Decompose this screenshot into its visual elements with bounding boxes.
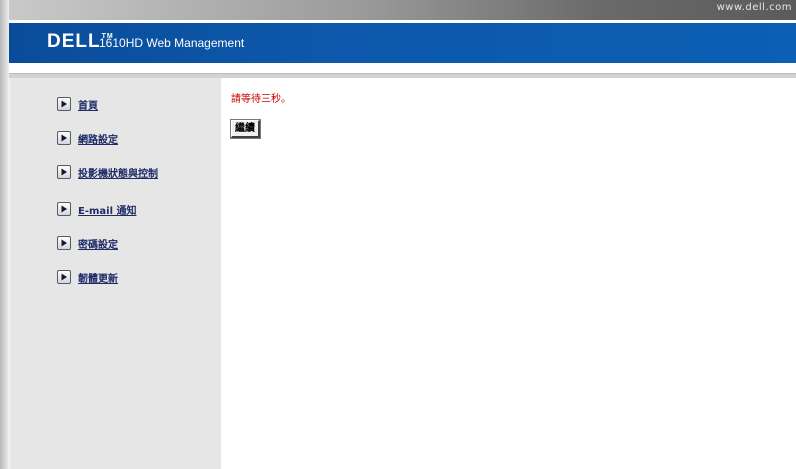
main-content: 請等待三秒。 繼續 [221,78,796,469]
sidebar-item-email-alert[interactable]: E-mail 通知 [57,199,137,219]
sidebar-item-password-settings[interactable]: 密碼設定 [57,233,118,253]
sidebar-border [9,78,10,469]
header-gap [9,63,796,73]
continue-button[interactable]: 繼續 [230,119,261,139]
sidebar: 首頁 網路設定 投影機狀態與控制 E-mail 通知 密碼設定 韌體更新 [9,78,221,469]
play-arrow-icon [57,270,71,284]
sidebar-item-label[interactable]: 網路設定 [78,131,118,146]
sidebar-item-network-settings[interactable]: 網路設定 [57,128,118,148]
play-arrow-icon [57,165,71,179]
dell-url-link[interactable]: www.dell.com [717,2,792,13]
page-header: DELLTM 1610HD Web Management [9,23,796,63]
play-arrow-icon [57,202,71,216]
page-title: 1610HD Web Management [99,36,245,50]
sidebar-item-label[interactable]: 首頁 [78,97,98,112]
play-arrow-icon [57,97,71,111]
wait-message: 請等待三秒。 [231,94,291,105]
sidebar-item-firmware-update[interactable]: 韌體更新 [57,267,118,287]
sidebar-item-label[interactable]: 韌體更新 [78,270,118,285]
sidebar-item-home[interactable]: 首頁 [57,94,98,114]
play-arrow-icon [57,131,71,145]
play-arrow-icon [57,236,71,250]
window-left-edge [0,0,9,469]
sidebar-item-label[interactable]: E-mail 通知 [78,202,137,217]
page: www.dell.com DELLTM 1610HD Web Managemen… [0,0,796,469]
sidebar-item-projector-status-control[interactable]: 投影機狀態與控制 [57,162,158,182]
top-strip: www.dell.com [9,0,796,20]
sidebar-item-label[interactable]: 投影機狀態與控制 [78,165,158,180]
sidebar-item-label[interactable]: 密碼設定 [78,236,118,251]
dell-logo-text: DELL [47,31,101,52]
